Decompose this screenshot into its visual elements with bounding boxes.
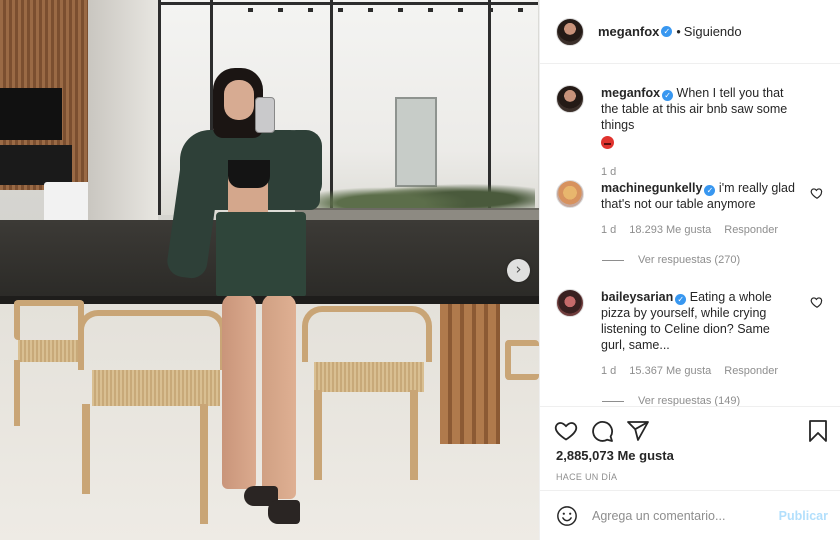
like-count-label: Me gusta (617, 448, 674, 463)
caption-username[interactable]: meganfox (601, 86, 660, 100)
comment-username[interactable]: machinegunkelly (601, 181, 702, 195)
bookmark-icon[interactable] (806, 419, 830, 443)
like-count[interactable]: 2,885,073 Me gusta (556, 448, 674, 463)
verified-badge-icon: ✓ (661, 26, 673, 37)
replies-divider (602, 259, 624, 261)
view-replies-button[interactable]: Ver respuestas (270) (602, 254, 740, 266)
chair-seat (92, 370, 220, 406)
window-frame (158, 2, 538, 5)
comment-input[interactable] (592, 508, 772, 523)
chair-leg (410, 390, 418, 480)
leg (222, 294, 256, 489)
chair-leg (200, 404, 208, 524)
chair-leg (82, 404, 90, 494)
reply-button[interactable]: Responder (724, 222, 778, 238)
replies-divider (602, 400, 624, 402)
television (0, 88, 62, 140)
face (224, 80, 254, 120)
chair-seat (18, 340, 82, 362)
post-actions: 2,885,073 Me gusta HACE UN DÍA (540, 406, 840, 490)
following-button[interactable]: Siguiendo (684, 24, 742, 39)
pillar (88, 0, 158, 230)
chair (302, 306, 432, 362)
reply-button[interactable]: Responder (724, 363, 778, 379)
roof-beams (248, 8, 538, 12)
post-timestamp[interactable]: HACE UN DÍA (556, 472, 617, 482)
view-replies-label: Ver respuestas (270) (638, 254, 741, 266)
comment-time[interactable]: 1 d (601, 363, 616, 379)
comment-bubble-icon[interactable] (590, 419, 614, 443)
top (228, 160, 270, 188)
caption-time[interactable]: 1 d (601, 164, 616, 180)
comments-list[interactable]: meganfox ✓ When I tell you that the table… (540, 64, 840, 406)
smiley-icon[interactable] (556, 505, 578, 527)
shoe (268, 500, 300, 524)
heart-icon[interactable] (810, 186, 824, 200)
paper-plane-icon[interactable] (626, 419, 650, 443)
leg (262, 294, 296, 499)
comment-likes[interactable]: 18.293 Me gusta (629, 222, 711, 238)
window-frame (158, 0, 161, 215)
verified-badge-icon: ✓ (675, 294, 687, 305)
chair-leg (314, 390, 322, 480)
verified-badge-icon: ✓ (662, 90, 674, 101)
view-replies-button[interactable]: Ver respuestas (149) (602, 395, 740, 406)
publish-button[interactable]: Publicar (779, 509, 828, 523)
like-count-value: 2,885,073 (556, 448, 614, 463)
comment-item: baileysarian ✓ Eating a whole pizza by yo… (556, 289, 836, 379)
author-username[interactable]: meganfox (598, 24, 659, 39)
avatar[interactable] (556, 17, 584, 46)
phone (255, 97, 275, 133)
comment-time[interactable]: 1 d (601, 222, 616, 238)
post-header: meganfox ✓ • Siguiendo (540, 0, 840, 64)
jacket-sleeve (280, 130, 322, 200)
separator-dot: • (676, 24, 681, 39)
chair (14, 300, 84, 340)
fireplace (0, 145, 72, 185)
chair-seat (314, 362, 424, 392)
avatar[interactable] (556, 85, 584, 113)
comment-username[interactable]: baileysarian (601, 290, 673, 304)
chair-leg (14, 360, 20, 426)
view-replies-label: Ver respuestas (149) (638, 395, 741, 406)
comment-item: machinegunkelly ✓ i'm really glad that's … (556, 180, 836, 238)
post-photo[interactable]: › (0, 0, 539, 540)
angry-face-icon (601, 136, 614, 149)
heart-icon[interactable] (554, 419, 578, 443)
skirt (216, 212, 306, 296)
caption: meganfox ✓ When I tell you that the table… (556, 85, 836, 180)
wood-slats (440, 304, 500, 444)
add-comment-bar: Publicar (540, 490, 840, 540)
chair (78, 310, 226, 370)
verified-badge-icon: ✓ (704, 185, 716, 196)
heart-icon[interactable] (810, 295, 824, 309)
post-side-panel: meganfox ✓ • Siguiendo meganfox ✓ When I … (539, 0, 840, 540)
chevron-right-icon[interactable]: › (507, 259, 530, 282)
chair (505, 340, 539, 380)
avatar[interactable] (556, 289, 584, 317)
exterior-door (395, 97, 437, 187)
avatar[interactable] (556, 180, 584, 208)
comment-likes[interactable]: 15.367 Me gusta (629, 363, 711, 379)
